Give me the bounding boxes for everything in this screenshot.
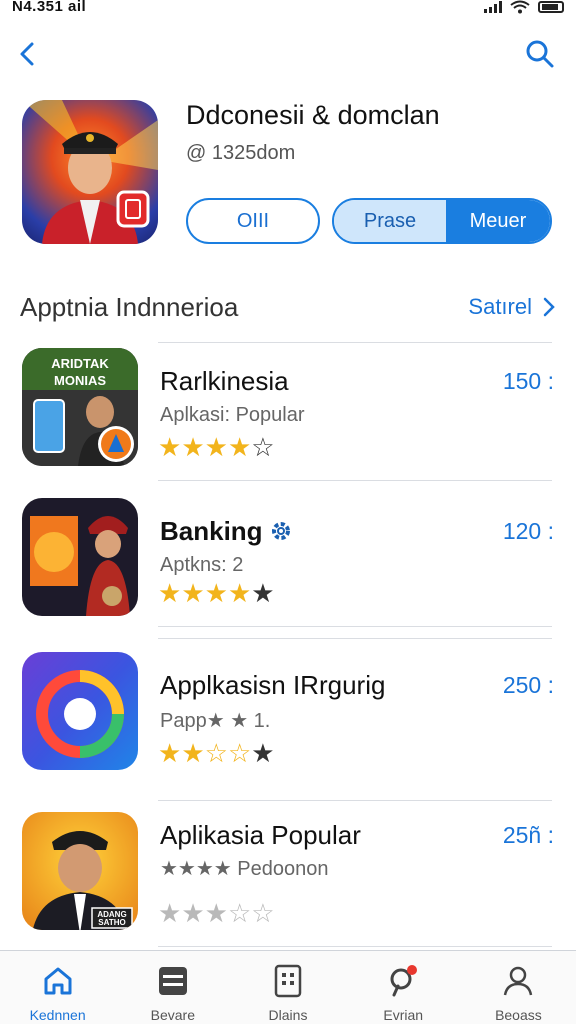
section-title: Apptnia Indnnerioa (20, 292, 239, 322)
tab-label: Beoass (495, 1007, 542, 1023)
icon-text-1: ARIDTAK (51, 356, 109, 371)
segment-prase[interactable]: Prase (334, 200, 446, 242)
divider (158, 946, 552, 947)
tab-label: Dlains (268, 1007, 308, 1023)
list-icon (158, 967, 187, 995)
divider (158, 480, 552, 481)
app-icon (22, 100, 158, 244)
app-header: Ddconesii & domclan @ 1325dom OIII Prase… (22, 100, 562, 250)
list-item[interactable]: ARIDTAK MONIAS Rarlkinesia Aplkasi: Popu… (0, 348, 576, 488)
list-app-name: Applkasisn IRrgurig (160, 670, 386, 700)
list-app-name: Rarlkinesia (160, 366, 289, 396)
list-app-subtitle: Aptkns: 2 (160, 554, 244, 576)
tab-profile[interactable]: Beoass (461, 951, 576, 1024)
icon-art (22, 498, 138, 616)
wifi-icon (510, 0, 530, 14)
search-icon (390, 965, 418, 997)
divider (158, 800, 552, 801)
app-subtitle: @ 1325dom (186, 142, 296, 164)
divider (158, 626, 552, 627)
list-item[interactable]: Banking Aptkns: 2 120 : ★★★★★ (0, 498, 576, 638)
list-app-subtitle: ★★★★ Pedoonon (160, 858, 329, 880)
see-all-label: Satırel (468, 294, 532, 319)
battery-icon (538, 1, 564, 13)
tab-list[interactable]: Bevare (115, 951, 230, 1024)
list-app-icon (22, 498, 138, 616)
signal-icon (484, 1, 502, 13)
tab-search[interactable]: Evrian (346, 951, 461, 1024)
star-icon: ★ (204, 898, 228, 928)
list-item[interactable]: Applkasisn IRrgurig Papp★ ★ 1. 250 : ★★☆… (0, 652, 576, 792)
star-icon: ★ (227, 578, 252, 608)
icon-art: ARIDTAK MONIAS (22, 348, 138, 466)
icon-text-2: MONIAS (54, 373, 106, 388)
list-app-count: 25ñ : (502, 822, 554, 848)
section-header: Apptnia Indnnerioa Satırel (0, 288, 576, 328)
divider (158, 638, 552, 639)
list-app-name-text: Banking (160, 516, 263, 546)
list-app-count: 120 : (502, 518, 554, 544)
segment-meuer[interactable]: Meuer (446, 200, 550, 242)
tab-label: Evrian (383, 1007, 424, 1023)
star-icon: ★ (158, 578, 182, 608)
list-app-count: 250 : (502, 672, 554, 698)
rating-stars: ★★★☆☆ (158, 898, 275, 929)
chevron-right-icon (543, 297, 555, 317)
tab-label: Bevare (150, 1007, 195, 1023)
rating-stars: ★★★★★ (158, 578, 275, 609)
person-icon (504, 966, 533, 996)
app-title: Ddconesii & domclan (186, 100, 440, 130)
status-time: Ñ4.351 ail (12, 0, 87, 15)
star-outline-icon: ☆ (227, 898, 252, 928)
rating-stars: ★★★★☆ (158, 432, 275, 463)
list-app-icon: ARIDTAK MONIAS (22, 348, 138, 466)
star-icon: ★ (181, 578, 205, 608)
list-app-subtitle: Aplkasi: Popular (160, 404, 305, 426)
icon-art: ADANG SATHO (22, 812, 138, 930)
home-icon (44, 967, 72, 995)
grid-icon (274, 964, 302, 998)
star-icon: ★ (204, 578, 228, 608)
list-app-subtitle: Papp★ ★ 1. (160, 710, 271, 732)
star-outline-icon: ☆ (251, 898, 275, 928)
star-icon: ★ (227, 432, 252, 462)
icon-text-2: SATHO (98, 918, 125, 927)
list-app-name: Aplikasia Popular (160, 820, 361, 850)
star-icon: ★ (181, 432, 205, 462)
rating-stars: ★★☆☆★ (158, 738, 275, 769)
star-icon: ☆ (204, 738, 228, 768)
star-icon: ★ (204, 432, 228, 462)
list-item[interactable]: ADANG SATHO Aplikasia Popular ★★★★ Pedoo… (0, 812, 576, 952)
star-half-icon: ★ (251, 738, 275, 768)
star-icon: ★ (158, 432, 182, 462)
tab-home[interactable]: Kednnen (0, 951, 115, 1024)
list-app-icon (22, 652, 138, 770)
list-app-count: 150 : (502, 368, 554, 394)
star-icon: ★ (158, 738, 182, 768)
nav-bar (0, 30, 576, 80)
gear-icon (271, 522, 290, 540)
status-icons (484, 0, 564, 14)
icon-art (22, 652, 138, 770)
star-half-icon: ★ (251, 578, 275, 608)
star-icon: ★ (181, 738, 205, 768)
open-button[interactable]: OIII (186, 198, 320, 244)
see-all-link[interactable]: Satırel (468, 294, 556, 320)
status-bar: Ñ4.351 ail (0, 0, 576, 22)
tab-bar: Kednnen Bevare Dlains Evrian Beoass (0, 950, 576, 1024)
star-icon: ★ (181, 898, 205, 928)
tab-grid[interactable]: Dlains (230, 951, 345, 1024)
star-icon: ★ (158, 898, 182, 928)
app-icon-art (22, 100, 158, 244)
back-icon[interactable] (10, 36, 46, 72)
tab-label: Kednnen (29, 1007, 86, 1023)
star-outline-icon: ☆ (227, 738, 252, 768)
segmented-button[interactable]: Prase Meuer (332, 198, 552, 244)
search-icon[interactable] (522, 36, 558, 72)
star-outline-icon: ☆ (251, 432, 275, 462)
list-app-name: Banking (160, 516, 292, 547)
divider (158, 342, 552, 343)
list-app-icon: ADANG SATHO (22, 812, 138, 930)
